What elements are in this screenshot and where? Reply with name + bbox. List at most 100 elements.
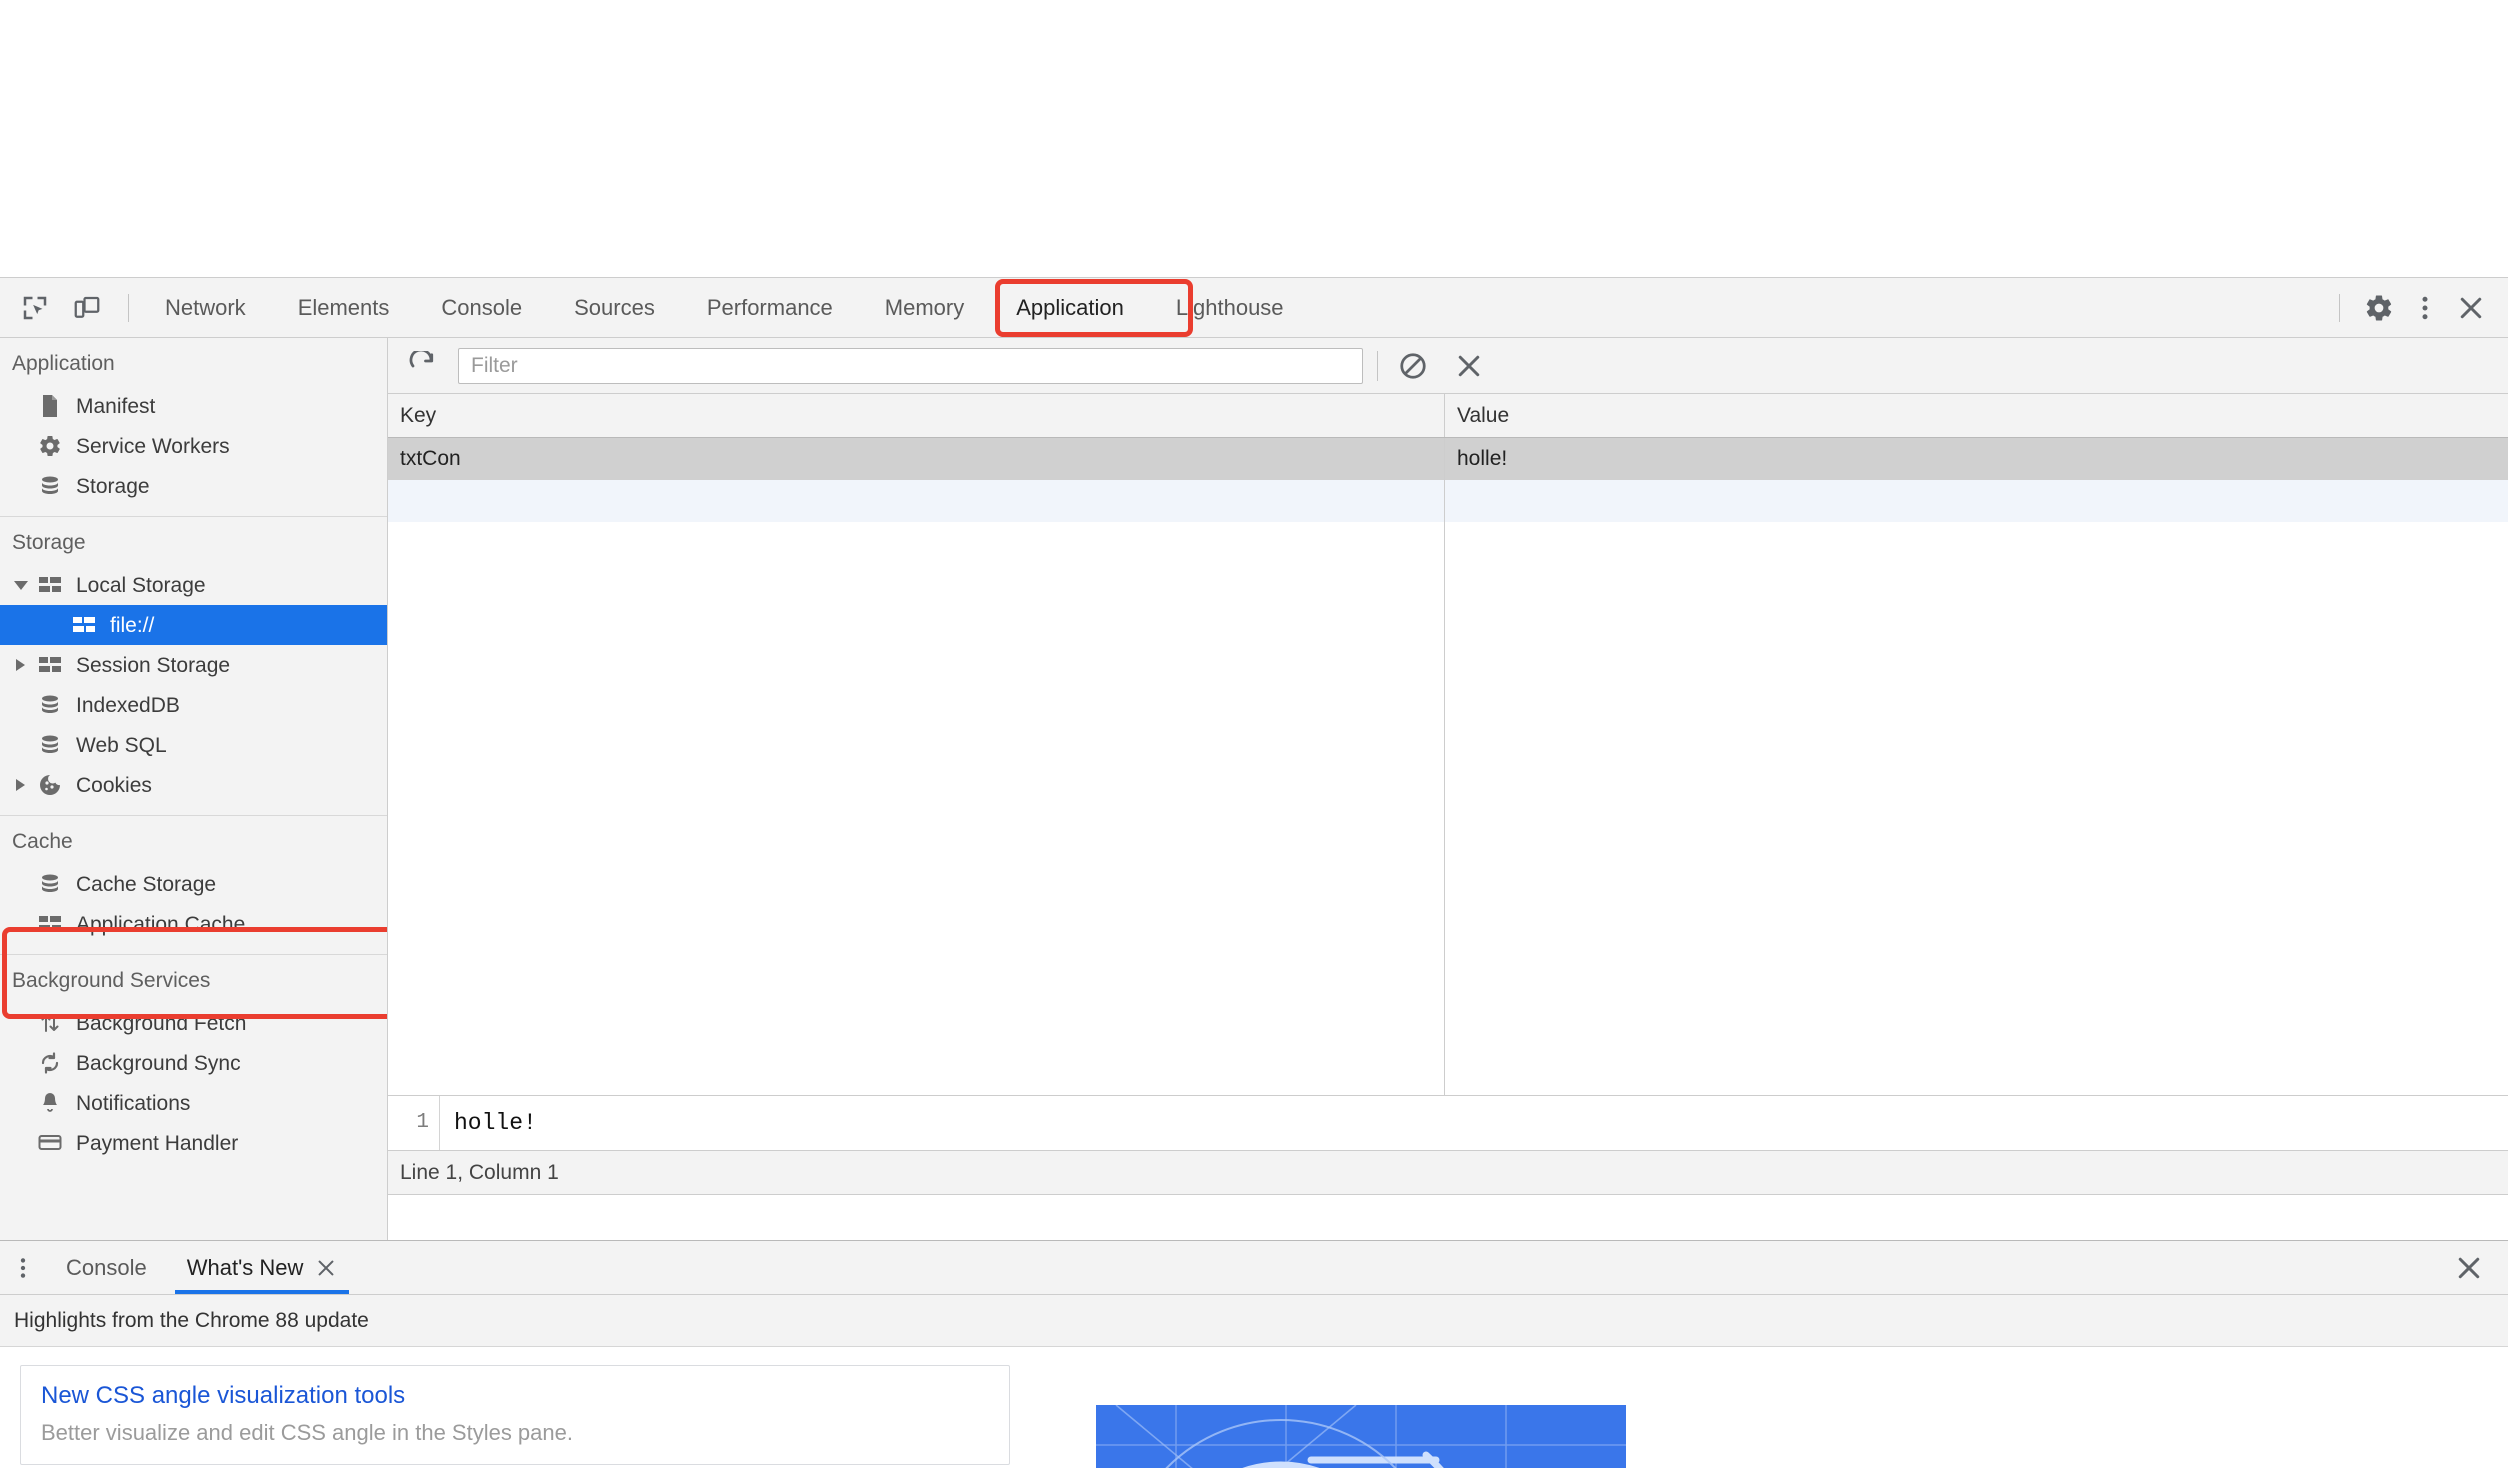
drawer-tab-console[interactable]: Console	[46, 1241, 167, 1294]
document-icon	[36, 392, 64, 420]
cell-value-empty	[1445, 480, 2508, 522]
sidebar-item-local-storage[interactable]: Local Storage	[0, 565, 387, 605]
sidebar-section-title: Application	[12, 352, 115, 375]
whats-new-body: New CSS angle visualization tools Better…	[0, 1347, 2508, 1468]
preview-status-bar: Line 1, Column 1	[388, 1150, 2508, 1194]
chevron-right-icon[interactable]	[16, 779, 25, 791]
whats-new-card-title[interactable]: New CSS angle visualization tools	[41, 1382, 989, 1410]
inspect-element-icon[interactable]	[14, 287, 56, 329]
sidebar-item-file-origin[interactable]: file://	[0, 605, 387, 645]
sidebar-item-cookies[interactable]: Cookies	[0, 765, 387, 805]
tab-lighthouse[interactable]: Lighthouse	[1150, 278, 1310, 337]
application-sidebar: Application Manifest Service Workers Sto…	[0, 338, 388, 1240]
tab-elements[interactable]: Elements	[272, 278, 416, 337]
drawer-kebab-menu-icon[interactable]	[0, 1241, 46, 1294]
tab-network[interactable]: Network	[139, 278, 272, 337]
sidebar-item-label: Cache Storage	[76, 872, 217, 896]
close-devtools-icon[interactable]	[2450, 287, 2492, 329]
sidebar-section-title: Storage	[12, 531, 86, 554]
whats-new-subtitle: Highlights from the Chrome 88 update	[0, 1295, 2508, 1347]
close-icon[interactable]	[315, 1257, 337, 1279]
tab-label: Application	[1016, 294, 1124, 320]
tab-sources[interactable]: Sources	[548, 278, 681, 337]
table-row[interactable]: txtCon holle!	[388, 438, 2508, 480]
drawer-tab-label: What's New	[186, 1254, 304, 1280]
bell-icon	[36, 1089, 64, 1117]
sidebar-item-payment-handler[interactable]: Payment Handler	[0, 1123, 387, 1163]
line-number-gutter: 1	[388, 1096, 440, 1150]
devtools-main-toolbar: Network Elements Console Sources Perform…	[0, 278, 2508, 338]
gear-icon[interactable]	[2358, 287, 2400, 329]
table-icon	[36, 910, 64, 938]
sidebar-item-background-sync[interactable]: Background Sync	[0, 1043, 387, 1083]
sidebar-item-service-workers[interactable]: Service Workers	[0, 426, 387, 466]
sidebar-item-label: IndexedDB	[76, 693, 180, 717]
column-header-key[interactable]: Key	[388, 394, 1445, 437]
sidebar-item-web-sql[interactable]: Web SQL	[0, 725, 387, 765]
sidebar-item-cache-storage[interactable]: Cache Storage	[0, 864, 387, 904]
sync-icon	[36, 1049, 64, 1077]
sidebar-item-notifications[interactable]: Notifications	[0, 1083, 387, 1123]
cell-key-empty	[388, 480, 1445, 522]
tab-label: Network	[165, 294, 246, 320]
sidebar-item-label: Notifications	[76, 1091, 191, 1115]
filter-divider	[1377, 350, 1378, 381]
kebab-menu-icon[interactable]	[2404, 287, 2446, 329]
sidebar-item-label: Storage	[76, 474, 150, 498]
table-filler	[388, 522, 2508, 1095]
drawer-tab-whats-new[interactable]: What's New	[167, 1241, 358, 1294]
sidebar-item-label: Background Fetch	[76, 1011, 247, 1035]
whats-new-card-list: New CSS angle visualization tools Better…	[0, 1347, 1010, 1468]
storage-table: Key Value txtCon holle!	[388, 394, 2508, 1095]
sidebar-item-label: Local Storage	[76, 573, 206, 597]
tab-label: Sources	[574, 294, 655, 320]
toolbar-right-controls	[2329, 278, 2508, 337]
devtools-drawer: Console What's New Highlights from the C…	[0, 1240, 2508, 1468]
storage-content-panel: Key Value txtCon holle!	[388, 338, 2508, 1240]
storage-filter-input[interactable]	[458, 347, 1363, 384]
database-icon	[36, 691, 64, 719]
filler-value-column	[1445, 522, 2508, 1095]
sidebar-item-label: Payment Handler	[76, 1131, 239, 1155]
tab-application[interactable]: Application	[990, 278, 1150, 337]
sidebar-item-storage[interactable]: Storage	[0, 466, 387, 506]
sidebar-section-title: Cache	[12, 830, 73, 853]
filler-key-column	[388, 522, 1445, 1095]
column-header-value[interactable]: Value	[1445, 394, 2508, 437]
tab-label: Lighthouse	[1175, 294, 1284, 320]
sidebar-item-background-fetch[interactable]: Background Fetch	[0, 1003, 387, 1043]
tab-memory[interactable]: Memory	[859, 278, 990, 337]
sidebar-item-application-cache[interactable]: Application Cache	[0, 904, 387, 944]
sidebar-item-label: Manifest	[76, 394, 156, 418]
no-entry-icon[interactable]	[1392, 345, 1434, 387]
device-toolbar-icon[interactable]	[66, 287, 108, 329]
table-row-empty[interactable]	[388, 480, 2508, 522]
cursor-position-label: Line 1, Column 1	[400, 1160, 559, 1184]
drawer-tab-bar: Console What's New	[0, 1241, 2508, 1295]
chevron-down-icon[interactable]	[14, 580, 28, 590]
sidebar-item-indexeddb[interactable]: IndexedDB	[0, 685, 387, 725]
tab-console[interactable]: Console	[415, 278, 548, 337]
database-icon	[36, 472, 64, 500]
value-preview-pane: 1 holle!	[388, 1095, 2508, 1150]
screenshot-root: Network Elements Console Sources Perform…	[0, 0, 2508, 1468]
updown-arrows-icon	[36, 1009, 64, 1037]
refresh-icon[interactable]	[402, 345, 444, 387]
whats-new-hero-image	[1096, 1405, 1626, 1468]
sidebar-item-label: file://	[110, 613, 155, 637]
sidebar-item-session-storage[interactable]: Session Storage	[0, 645, 387, 685]
card-icon	[36, 1129, 64, 1157]
delete-selected-icon[interactable]	[1448, 345, 1490, 387]
sidebar-section-cache: Cache Cache Storage Application Cache	[0, 816, 387, 944]
drawer-close-button[interactable]	[2454, 1241, 2508, 1294]
table-icon	[36, 571, 64, 599]
whats-new-card[interactable]: New CSS angle visualization tools Better…	[20, 1365, 1010, 1465]
tab-performance[interactable]: Performance	[681, 278, 859, 337]
sidebar-item-label: Cookies	[76, 773, 152, 797]
panel-tabs: Network Elements Console Sources Perform…	[139, 278, 1310, 337]
sidebar-item-label: Service Workers	[76, 434, 230, 458]
storage-filter-toolbar	[388, 338, 2508, 394]
sidebar-item-manifest[interactable]: Manifest	[0, 386, 387, 426]
preview-content[interactable]: holle!	[440, 1110, 537, 1136]
chevron-right-icon[interactable]	[16, 659, 25, 671]
